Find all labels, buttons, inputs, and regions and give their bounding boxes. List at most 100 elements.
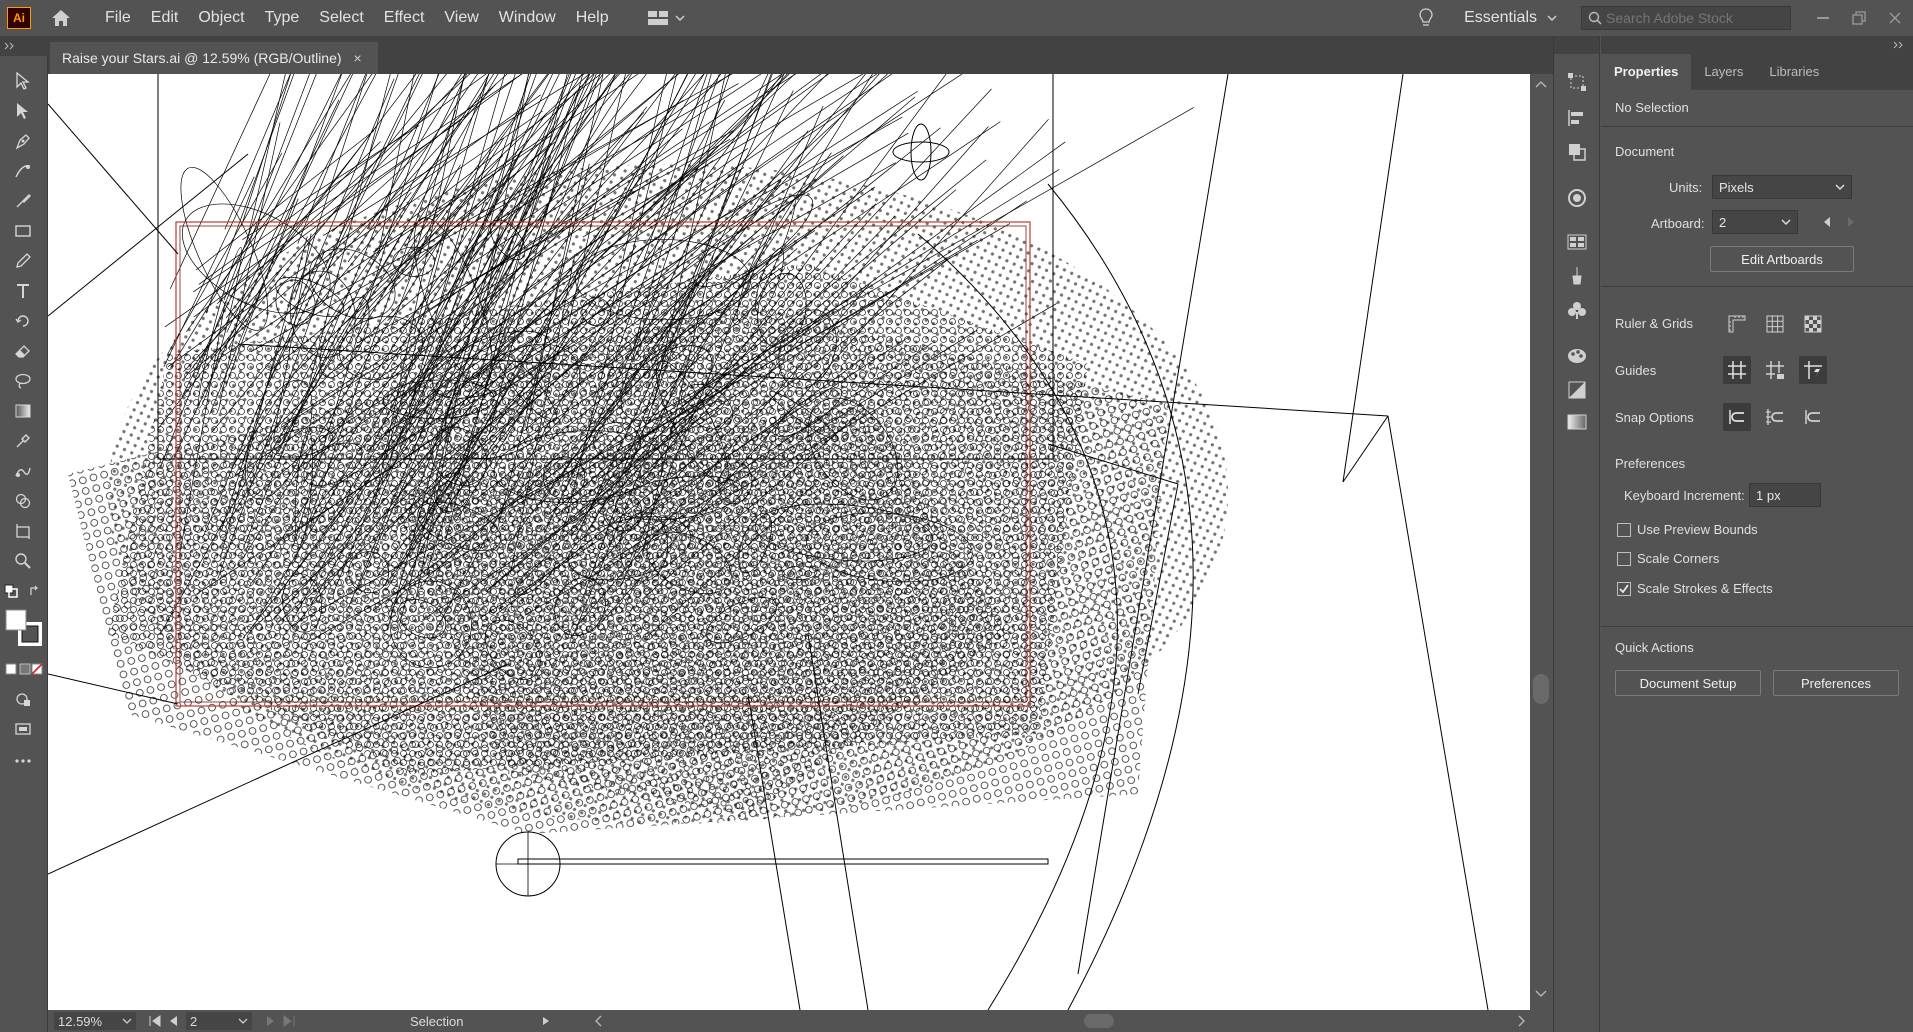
- lightbulb-icon[interactable]: [1418, 7, 1434, 29]
- swatches-panel-icon[interactable]: [1564, 230, 1590, 254]
- scroll-thumb[interactable]: [1533, 674, 1549, 704]
- color-panel-icon[interactable]: [1564, 186, 1590, 210]
- close-window-button[interactable]: [1877, 0, 1913, 36]
- scroll-left-icon[interactable]: [594, 1015, 602, 1027]
- default-fill-stroke-icon[interactable]: [2, 582, 20, 600]
- menu-window[interactable]: Window: [489, 0, 566, 36]
- menu-object[interactable]: Object: [188, 0, 254, 36]
- screen-mode-icon[interactable]: [10, 716, 36, 742]
- rulers-icon[interactable]: [1723, 310, 1751, 338]
- snap-to-glyph-icon[interactable]: [1799, 403, 1827, 431]
- snap-to-point-icon[interactable]: [1723, 403, 1751, 431]
- rotate-tool-icon[interactable]: [10, 308, 36, 334]
- appearance-panel-icon[interactable]: [1564, 344, 1590, 368]
- scroll-right-icon[interactable]: [1518, 1015, 1526, 1027]
- pathfinder-panel-icon[interactable]: [1564, 140, 1590, 164]
- lock-guides-icon[interactable]: [1761, 356, 1789, 384]
- menu-help[interactable]: Help: [566, 0, 619, 36]
- gradient-tool-icon[interactable]: [10, 398, 36, 424]
- minimize-button[interactable]: [1805, 0, 1841, 36]
- menu-select[interactable]: Select: [309, 0, 373, 36]
- transparency-grid-icon[interactable]: [1799, 310, 1827, 338]
- rectangle-tool-icon[interactable]: [10, 218, 36, 244]
- symbols-panel-icon[interactable]: [1564, 298, 1590, 322]
- properties-panel-header[interactable]: [1601, 36, 1913, 54]
- artboard-tool-icon[interactable]: [10, 518, 36, 544]
- menu-view[interactable]: View: [434, 0, 488, 36]
- workspace-switcher[interactable]: Essentials: [1464, 9, 1557, 27]
- transparency-panel-icon[interactable]: [1564, 378, 1590, 402]
- close-tab-icon[interactable]: ×: [354, 50, 362, 66]
- draw-mode-icon[interactable]: [10, 686, 36, 712]
- arrange-documents-button[interactable]: [647, 10, 685, 26]
- selection-tool-icon[interactable]: [10, 68, 36, 94]
- show-guides-icon[interactable]: [1723, 356, 1751, 384]
- color-mode-icons[interactable]: [4, 661, 44, 677]
- eraser-tool-icon[interactable]: [10, 338, 36, 364]
- first-artboard-icon[interactable]: [148, 1015, 162, 1027]
- edit-artboards-button[interactable]: Edit Artboards: [1710, 246, 1854, 272]
- transform-panel-icon[interactable]: [1564, 70, 1590, 94]
- zoom-tool-icon[interactable]: [10, 548, 36, 574]
- menu-effect[interactable]: Effect: [374, 0, 435, 36]
- scale-corners-checkbox[interactable]: [1617, 551, 1631, 566]
- eyedropper-tool-icon[interactable]: [10, 428, 36, 454]
- document-tab[interactable]: Raise your Stars.ai @ 12.59% (RGB/Outlin…: [50, 42, 378, 74]
- scroll-down-icon[interactable]: [1535, 990, 1547, 998]
- status-tool[interactable]: Selection: [410, 1014, 550, 1029]
- keyboard-increment-field[interactable]: 1 px: [1749, 483, 1821, 507]
- paintbrush-tool-icon[interactable]: [10, 188, 36, 214]
- artboard-dropdown[interactable]: 2: [1712, 210, 1798, 234]
- pen-tool-icon[interactable]: [10, 128, 36, 154]
- use-preview-bounds-row[interactable]: Use Preview Bounds: [1617, 522, 1758, 537]
- more-tools-icon[interactable]: [10, 748, 36, 774]
- zoom-select[interactable]: 12.59%: [54, 1012, 136, 1030]
- scale-corners-row[interactable]: Scale Corners: [1617, 551, 1719, 566]
- scale-strokes-effects-checkbox[interactable]: [1617, 581, 1631, 596]
- menu-edit[interactable]: Edit: [141, 0, 189, 36]
- previous-artboard-icon[interactable]: [168, 1015, 178, 1027]
- smart-guides-icon[interactable]: [1799, 356, 1827, 384]
- last-artboard-icon[interactable]: [282, 1015, 296, 1027]
- menu-file[interactable]: File: [95, 0, 141, 36]
- gradient-panel-icon[interactable]: [1564, 410, 1590, 434]
- use-preview-bounds-checkbox[interactable]: [1617, 522, 1631, 537]
- pencil-tool-icon[interactable]: [10, 248, 36, 274]
- brushes-panel-icon[interactable]: [1564, 264, 1590, 288]
- preferences-button[interactable]: Preferences: [1773, 670, 1899, 696]
- home-icon[interactable]: [49, 6, 73, 30]
- swap-fill-stroke-icon[interactable]: [26, 582, 44, 600]
- artboard-canvas[interactable]: [48, 74, 1530, 1010]
- next-artboard-icon[interactable]: [266, 1015, 276, 1027]
- toolbar-header[interactable]: [0, 36, 48, 56]
- blend-tool-icon[interactable]: [10, 458, 36, 484]
- align-panel-icon[interactable]: [1564, 106, 1590, 130]
- h-scroll-thumb[interactable]: [1084, 1014, 1114, 1028]
- grid-icon[interactable]: [1761, 310, 1789, 338]
- stock-search-input[interactable]: [1606, 10, 1776, 26]
- scroll-up-icon[interactable]: [1535, 80, 1547, 88]
- restore-button[interactable]: [1841, 0, 1877, 36]
- next-artboard-arrow-icon[interactable]: [1847, 216, 1855, 228]
- units-dropdown[interactable]: Pixels: [1712, 175, 1852, 199]
- tab-properties[interactable]: Properties: [1601, 54, 1692, 90]
- scale-strokes-effects-row[interactable]: Scale Strokes & Effects: [1617, 581, 1773, 596]
- dock-header[interactable]: [1554, 36, 1599, 54]
- artboard-number-select[interactable]: 2: [186, 1012, 252, 1030]
- stock-search-box[interactable]: [1581, 6, 1791, 30]
- previous-artboard-arrow-icon[interactable]: [1823, 216, 1831, 228]
- horizontal-scrollbar[interactable]: [594, 1012, 1526, 1030]
- type-tool-icon[interactable]: [10, 278, 36, 304]
- tab-layers[interactable]: Layers: [1691, 54, 1756, 90]
- menu-type[interactable]: Type: [255, 0, 310, 36]
- shape-builder-tool-icon[interactable]: [10, 488, 36, 514]
- direct-selection-tool-icon[interactable]: [10, 98, 36, 124]
- curvature-tool-icon[interactable]: [10, 158, 36, 184]
- collapse-panel-icon[interactable]: [1893, 41, 1907, 49]
- fill-stroke-swatch[interactable]: [4, 608, 44, 648]
- lasso-tool-icon[interactable]: [10, 368, 36, 394]
- document-setup-button[interactable]: Document Setup: [1615, 670, 1761, 696]
- vertical-scrollbar[interactable]: [1530, 74, 1553, 1010]
- snap-to-pixel-icon[interactable]: [1761, 403, 1789, 431]
- tab-libraries[interactable]: Libraries: [1756, 54, 1832, 90]
